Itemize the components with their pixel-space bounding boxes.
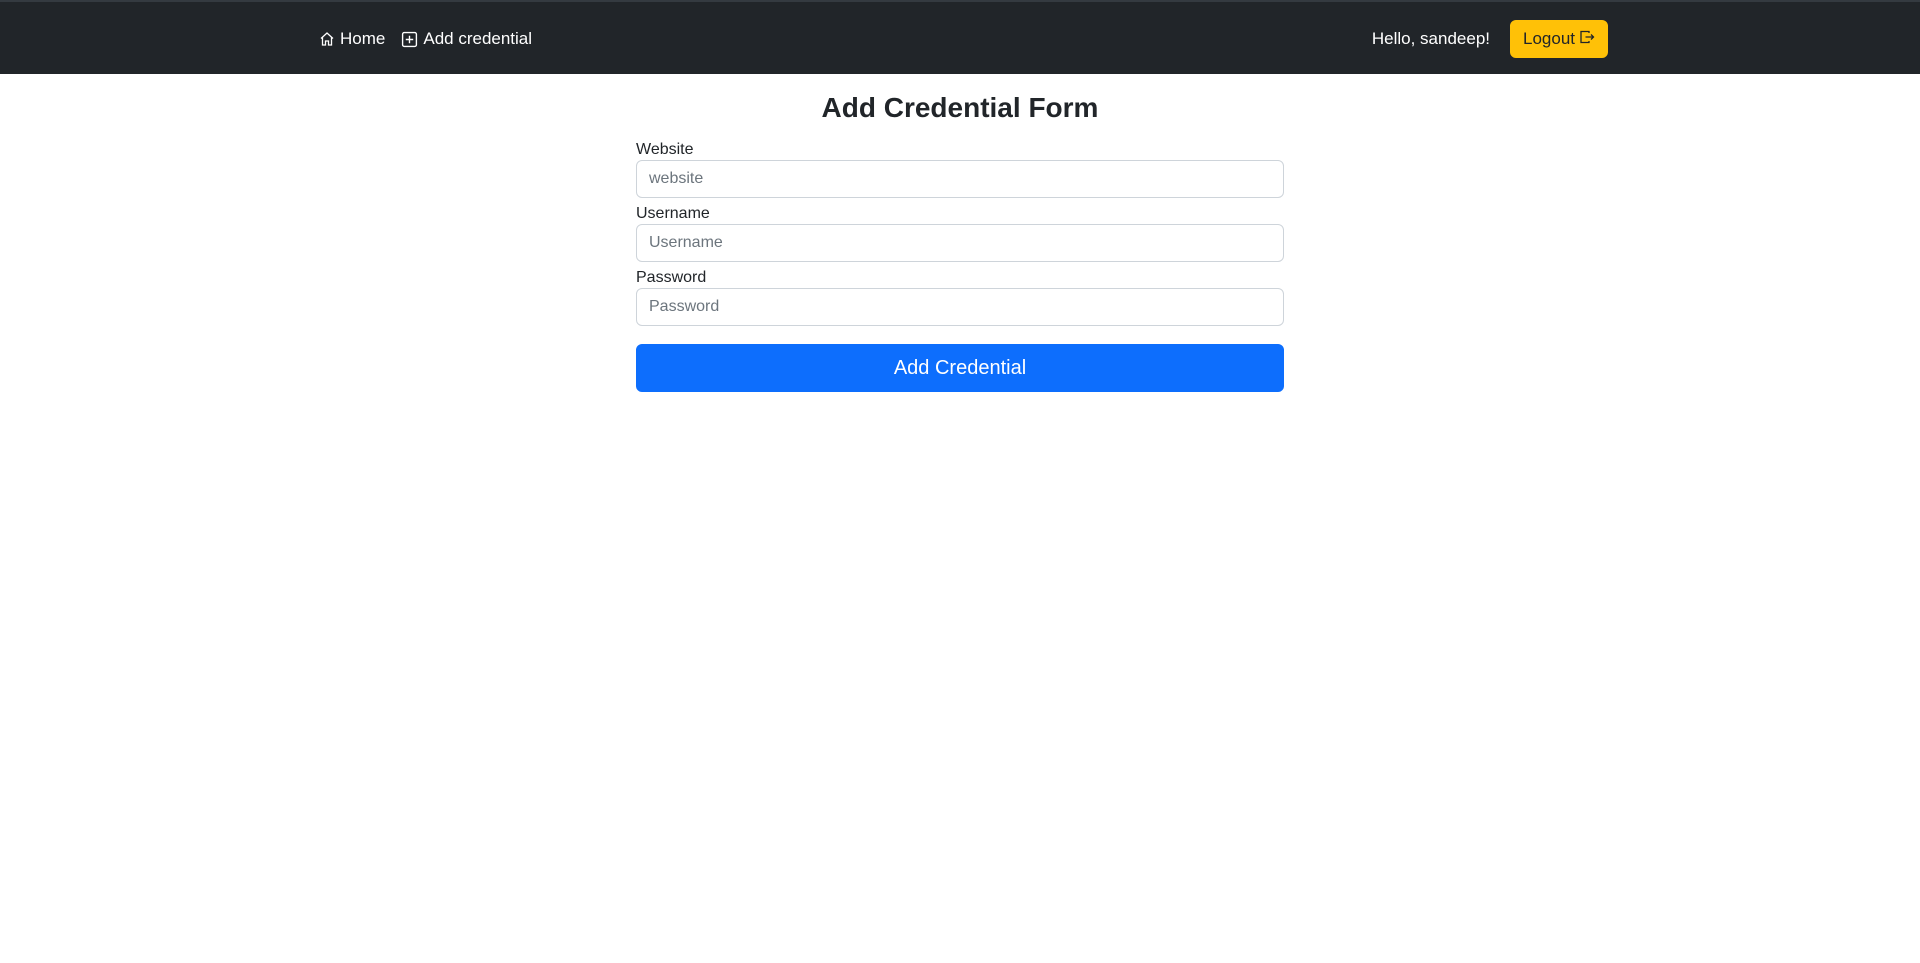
logout-button-label: Logout — [1523, 29, 1575, 48]
website-input[interactable] — [636, 160, 1284, 198]
nav-home-label: Home — [340, 29, 386, 48]
password-label: Password — [636, 269, 707, 286]
nav-home-link[interactable]: Home — [319, 29, 385, 49]
website-group: Website — [636, 140, 1284, 198]
password-input[interactable] — [636, 288, 1284, 326]
username-input[interactable] — [636, 224, 1284, 262]
main-content: Add Credential Form Website Username Pas… — [636, 74, 1284, 392]
nav-add-credential-link[interactable]: Add credential — [401, 29, 532, 49]
website-label: Website — [636, 141, 694, 158]
nav-user-area: Hello, sandeep! Logout — [1372, 2, 1608, 76]
nav-links: Home Add credential — [319, 2, 532, 76]
house-icon — [319, 31, 335, 47]
user-greeting: Hello, sandeep! — [1371, 29, 1490, 48]
password-group: Password — [636, 268, 1284, 326]
box-arrow-right-icon — [1579, 29, 1595, 50]
username-label: Username — [636, 205, 710, 222]
add-credential-button[interactable]: Add Credential — [636, 344, 1284, 392]
top-navbar: Home Add credential Hello, sandeep! Logo… — [0, 0, 1920, 74]
page-title: Add Credential Form — [821, 92, 1099, 123]
logout-button[interactable]: Logout — [1510, 20, 1608, 58]
nav-add-credential-label: Add credential — [423, 29, 533, 48]
add-credential-form: Website Username Password Add Credential — [636, 140, 1284, 392]
plus-square-icon — [401, 31, 418, 48]
username-group: Username — [636, 204, 1284, 262]
